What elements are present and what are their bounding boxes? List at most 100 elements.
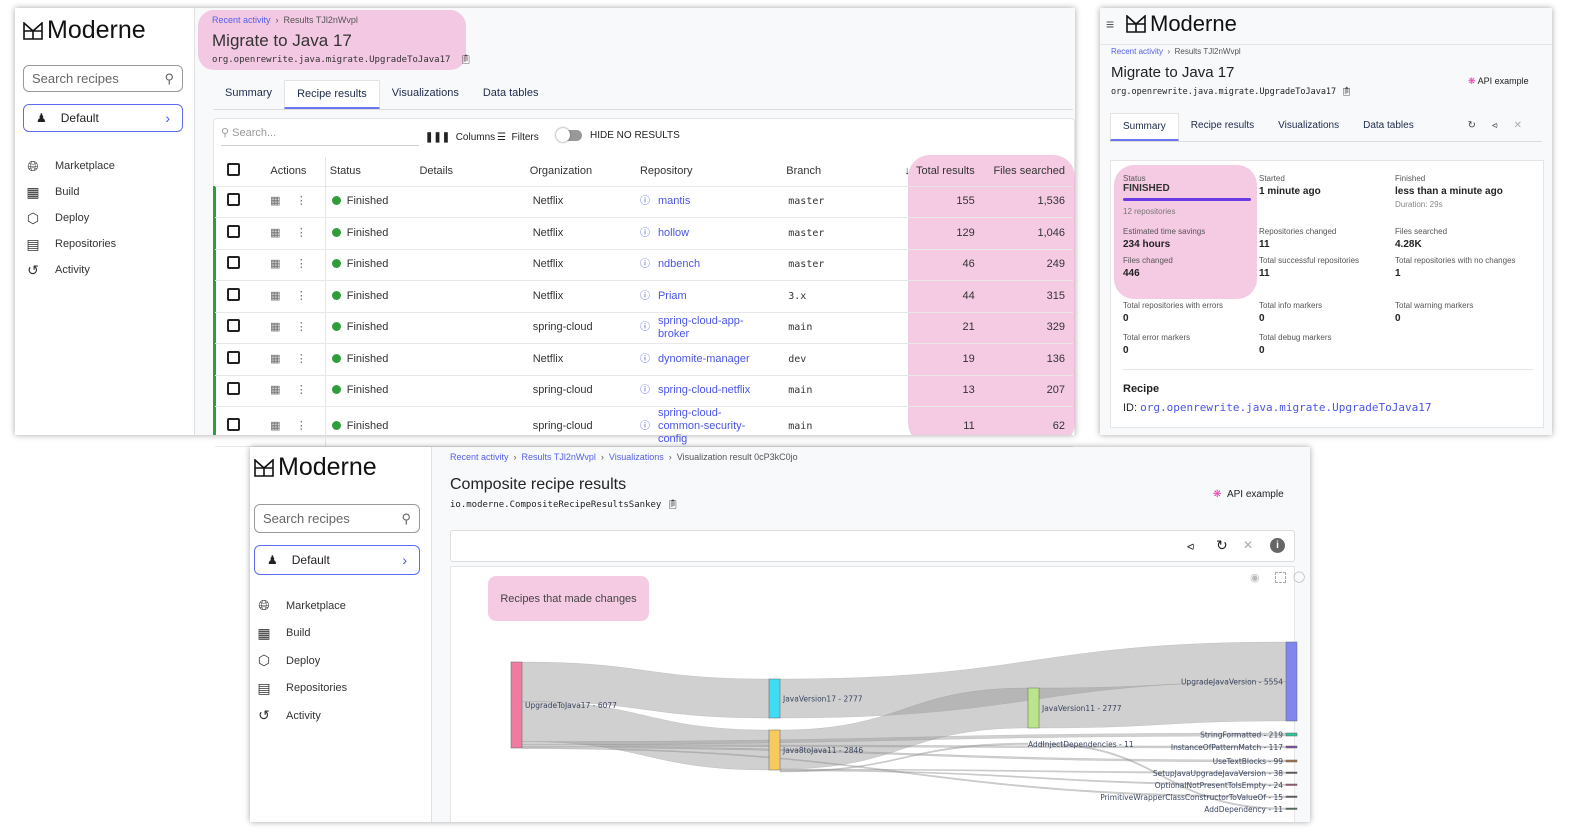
more-vert-icon[interactable]: ⋮ [296, 321, 307, 333]
tab-summary[interactable]: Summary [1110, 113, 1179, 141]
tab-data-tables[interactable]: Data tables [1351, 113, 1426, 141]
table-row[interactable]: ▦ ⋮ Finished Netflix ⓘ dynomite-manager d… [215, 343, 1073, 376]
table-row[interactable]: ▦ ⋮ Finished spring-cloud ⓘ spring-cloud-… [215, 406, 1073, 447]
select-all-checkbox[interactable] [215, 157, 253, 187]
sankey-node-AddDependency[interactable] [1285, 807, 1298, 810]
hide-no-results-toggle[interactable]: HIDE NO RESULTS [556, 128, 680, 142]
info-icon[interactable]: ⓘ [640, 353, 650, 366]
close-icon[interactable]: ✕ [1243, 538, 1253, 552]
diff-icon[interactable]: ▦ [270, 321, 280, 333]
info-icon[interactable]: ⓘ [640, 384, 650, 397]
sidebar-item-build[interactable]: ▦ Build [256, 620, 347, 648]
filters-button[interactable]: ☰ Filters [497, 132, 539, 143]
repository-link[interactable]: dynomite-manager [658, 353, 750, 366]
box-select-icon[interactable] [1275, 572, 1286, 583]
table-row[interactable]: ▦ ⋮ Finished Netflix ⓘ hollow master 129 … [215, 217, 1073, 250]
row-checkbox[interactable] [215, 343, 253, 376]
repository-link[interactable]: hollow [658, 227, 689, 240]
row-checkbox[interactable] [215, 280, 253, 313]
copy-icon[interactable]: 📋︎ [1341, 87, 1352, 97]
info-icon[interactable]: ⓘ [640, 258, 650, 271]
sankey-node-PrimitiveWrapperClassConstructorToValueOf[interactable] [1285, 795, 1298, 798]
sidebar-item-deploy[interactable]: ⬡ Deploy [25, 205, 116, 231]
default-org-button[interactable]: ♟ Default › [254, 545, 420, 575]
more-vert-icon[interactable]: ⋮ [296, 420, 307, 432]
copy-icon[interactable]: 📋︎ [460, 55, 471, 65]
search-recipes-input[interactable]: Search recipes ⚲ [23, 65, 183, 92]
rerun-icon[interactable]: ↻ [1460, 120, 1484, 134]
sidebar-item-marketplace[interactable]: 🌐︎ Marketplace [25, 153, 116, 179]
api-example-button[interactable]: ❋ API example [1468, 76, 1529, 87]
sankey-node-StringFormatted[interactable] [1285, 732, 1298, 737]
sankey-node-UpgradeJavaVersion[interactable] [1285, 641, 1298, 722]
row-checkbox[interactable] [215, 406, 253, 447]
info-icon[interactable]: ⓘ [640, 290, 650, 303]
sankey-node-JavaVersion11[interactable] [1027, 687, 1040, 729]
diff-icon[interactable]: ▦ [270, 258, 280, 270]
sidebar-item-marketplace[interactable]: 🌐︎ Marketplace [256, 592, 347, 620]
header-files-searched[interactable]: Files searched [982, 157, 1073, 187]
search-recipes-input[interactable]: Search recipes ⚲ [254, 504, 420, 533]
more-vert-icon[interactable]: ⋮ [296, 227, 307, 239]
diff-icon[interactable]: ▦ [270, 420, 280, 432]
diff-icon[interactable]: ▦ [270, 290, 280, 302]
api-example-button[interactable]: ❋ API example [1213, 489, 1284, 500]
row-checkbox[interactable] [215, 249, 253, 281]
diff-icon[interactable]: ▦ [270, 384, 280, 396]
header-repository[interactable]: Repository [635, 157, 783, 187]
row-checkbox[interactable] [215, 312, 253, 344]
more-vert-icon[interactable]: ⋮ [296, 290, 307, 302]
sidebar-item-deploy[interactable]: ⬡ Deploy [256, 647, 347, 675]
tab-data-tables[interactable]: Data tables [471, 80, 551, 109]
moderne-logo[interactable]: Moderne [1126, 11, 1237, 37]
sankey-node-UseTextBlocks[interactable] [1285, 759, 1298, 763]
info-icon[interactable]: ⓘ [640, 321, 650, 334]
table-search-input[interactable]: ⚲ Search... [221, 126, 419, 146]
camera-icon[interactable]: ◉ [1250, 571, 1260, 584]
lasso-icon[interactable]: ◯ [1293, 570, 1305, 583]
toggle-switch[interactable] [556, 128, 582, 142]
tab-summary[interactable]: Summary [213, 80, 284, 109]
row-checkbox[interactable] [215, 186, 253, 218]
sankey-node-JavaVersion17[interactable] [768, 678, 781, 719]
table-row[interactable]: ▦ ⋮ Finished spring-cloud ⓘ spring-cloud-… [215, 375, 1073, 407]
more-vert-icon[interactable]: ⋮ [296, 195, 307, 207]
share-icon[interactable]: ⪦ [1187, 538, 1194, 554]
header-details[interactable]: Details [415, 157, 526, 187]
sankey-node-Java8toJava11[interactable] [768, 729, 781, 771]
copy-icon[interactable]: 📋︎ [667, 500, 678, 510]
header-branch[interactable]: Branch [782, 157, 895, 187]
breadcrumb-recent-activity[interactable]: Recent activity [212, 15, 271, 25]
tab-visualizations[interactable]: Visualizations [380, 80, 471, 109]
tab-recipe-results[interactable]: Recipe results [284, 80, 380, 109]
tab-visualizations[interactable]: Visualizations [1266, 113, 1351, 141]
default-org-button[interactable]: ♟ Default › [23, 104, 183, 132]
info-icon[interactable]: ⓘ [640, 227, 650, 240]
repository-link[interactable]: spring-cloud-common-security-config [658, 407, 758, 446]
repository-link[interactable]: spring-cloud-netflix [658, 384, 750, 397]
table-row[interactable]: ▦ ⋮ Finished spring-cloud ⓘ spring-cloud-… [215, 312, 1073, 344]
share-icon[interactable]: ⪦ [1484, 120, 1506, 134]
diff-icon[interactable]: ▦ [270, 227, 280, 239]
sankey-node-InstanceOfPatternMatch[interactable] [1285, 745, 1298, 749]
table-row[interactable]: ▦ ⋮ Finished Netflix ⓘ mantis master 155 … [215, 186, 1073, 218]
sidebar-item-build[interactable]: ▦ Build [25, 179, 116, 205]
sidebar-item-repositories[interactable]: ▤ Repositories [256, 675, 347, 703]
sidebar-item-activity[interactable]: ↺ Activity [256, 702, 347, 730]
sankey-node-UpgradeToJava17[interactable] [510, 661, 523, 749]
header-organization[interactable]: Organization [525, 157, 636, 187]
header-status[interactable]: Status [325, 157, 416, 187]
sankey-node-OptionalNotPresentToIsEmpty[interactable] [1285, 783, 1298, 786]
repository-link[interactable]: ndbench [658, 258, 700, 271]
diff-icon[interactable]: ▦ [270, 195, 280, 207]
columns-button[interactable]: ❚❚❚ Columns [425, 132, 495, 143]
breadcrumb-recent-activity[interactable]: Recent activity [1111, 47, 1163, 56]
info-icon[interactable]: ⓘ [640, 420, 650, 433]
repository-link[interactable]: Priam [658, 290, 687, 303]
table-row[interactable]: ▦ ⋮ Finished Netflix ⓘ ndbench master 46 … [215, 249, 1073, 281]
row-checkbox[interactable] [215, 217, 253, 250]
repository-link[interactable]: mantis [658, 195, 690, 208]
tab-recipe-results[interactable]: Recipe results [1179, 113, 1266, 141]
menu-icon[interactable]: ≡ [1106, 16, 1114, 32]
breadcrumb-results[interactable]: Results TJl2nWvpl [522, 452, 596, 462]
